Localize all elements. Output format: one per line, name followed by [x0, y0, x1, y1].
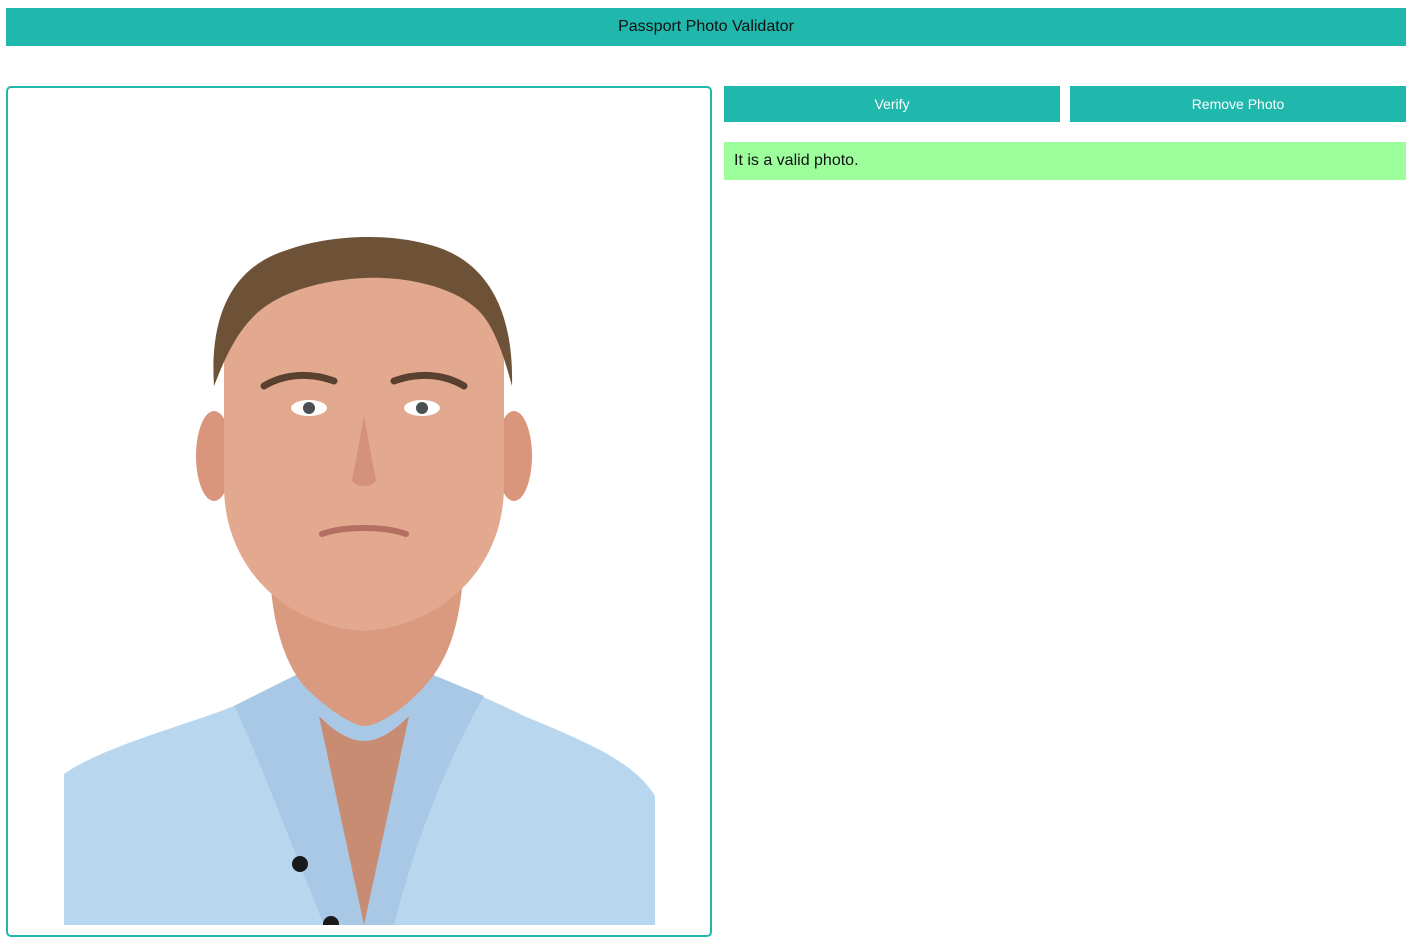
verify-button[interactable]: Verify: [724, 86, 1060, 122]
remove-photo-button[interactable]: Remove Photo: [1070, 86, 1406, 122]
portrait-photo-icon: [64, 186, 655, 925]
passport-photo: [64, 186, 655, 925]
validation-result-banner: It is a valid photo.: [724, 142, 1406, 180]
page-title: Passport Photo Validator: [618, 18, 794, 35]
photo-preview-frame: [6, 86, 712, 937]
app-title-bar: Passport Photo Validator: [6, 8, 1406, 46]
validation-result-message: It is a valid photo.: [734, 152, 859, 169]
